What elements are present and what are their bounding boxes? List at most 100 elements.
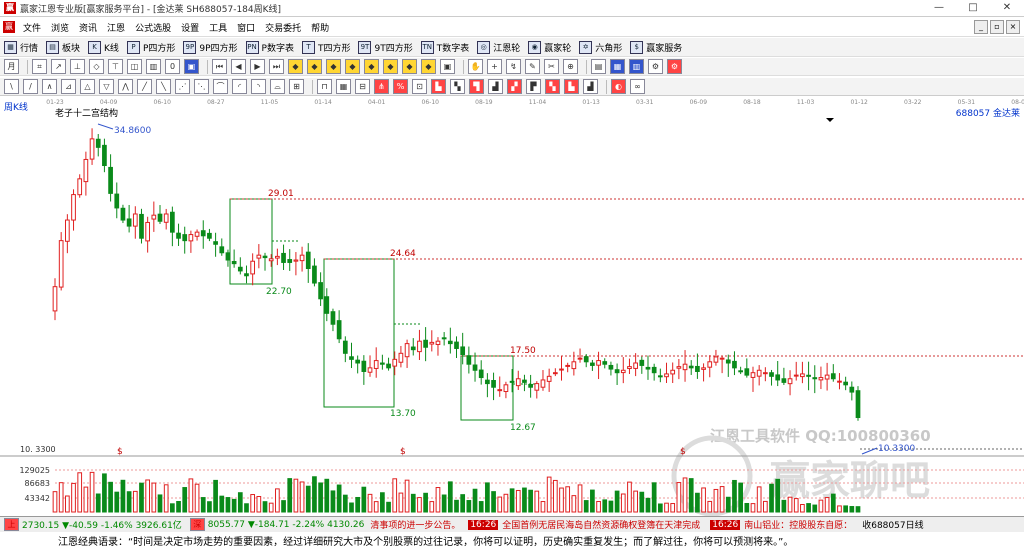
tool-icon[interactable]: ▣ (184, 59, 199, 74)
tool-icon[interactable]: ▦ (336, 79, 351, 94)
tool-icon[interactable]: ▽ (99, 79, 114, 94)
crosshair-icon[interactable]: + (487, 59, 502, 74)
toolbar-gann-wheel[interactable]: ◎ 江恩轮 (473, 40, 524, 54)
menu-file[interactable]: 文件 (18, 21, 46, 34)
mdi-minimize-button[interactable]: _ (974, 20, 988, 34)
tool-icon[interactable]: ⚙ (667, 59, 682, 74)
tool-icon[interactable]: ⊥ (70, 59, 85, 74)
tool-icon[interactable]: ◜ (232, 79, 247, 94)
news-ticker-3[interactable]: 南山铝业：控股股东自愿： (744, 518, 852, 531)
tool-icon[interactable]: ◆ (421, 59, 436, 74)
tool-icon[interactable]: ◫ (127, 59, 142, 74)
tool-icon[interactable]: ◆ (383, 59, 398, 74)
tool-icon[interactable]: ◆ (288, 59, 303, 74)
tool-icon[interactable]: ✂ (544, 59, 559, 74)
tool-icon[interactable]: ⊤ (108, 59, 123, 74)
mdi-restore-button[interactable]: ▫ (990, 20, 1004, 34)
menu-tools[interactable]: 工具 (204, 21, 232, 34)
tool-icon[interactable]: ◆ (345, 59, 360, 74)
news-ticker-1[interactable]: 清事项的进一步公告。 (370, 518, 460, 531)
tool-icon[interactable]: ╱ (137, 79, 152, 94)
tool-icon[interactable]: ✎ (525, 59, 540, 74)
news-ticker-2[interactable]: 全国首例无居民海岛自然资源确权登簿在天津完成 (502, 518, 700, 531)
toolbar-sectors[interactable]: ▤ 板块 (42, 40, 84, 54)
tool-icon[interactable]: ◐ (611, 79, 626, 94)
tool-icon[interactable]: ◆ (307, 59, 322, 74)
tool-icon[interactable]: ▦ (610, 59, 625, 74)
menu-formula[interactable]: 公式选股 (130, 21, 176, 34)
tool-icon[interactable]: △ (80, 79, 95, 94)
tool-icon[interactable]: ⌓ (270, 79, 285, 94)
tool-icon[interactable]: \ (4, 79, 19, 94)
tool-icon[interactable]: ▣ (440, 59, 455, 74)
tool-icon[interactable]: ▟ (583, 79, 598, 94)
menu-help[interactable]: 帮助 (306, 21, 334, 34)
shanghai-index[interactable]: 2730.15 ▼-40.59 -1.46% 3926.61亿 (22, 518, 182, 531)
tool-icon[interactable]: ▞ (507, 79, 522, 94)
toolbar-kline[interactable]: K K线 (84, 40, 123, 54)
menu-news[interactable]: 资讯 (74, 21, 102, 34)
toolbar-t-square[interactable]: T T四方形 (298, 40, 355, 54)
menu-settings[interactable]: 设置 (176, 21, 204, 34)
tool-icon[interactable]: ▥ (146, 59, 161, 74)
tool-icon[interactable]: ↯ (506, 59, 521, 74)
infinity-icon[interactable]: ∞ (630, 79, 645, 94)
menu-trade[interactable]: 交易委托 (260, 21, 306, 34)
tool-icon[interactable]: ⚙ (648, 59, 663, 74)
toolbar-winner-service[interactable]: $ 赢家服务 (626, 40, 686, 54)
tool-icon[interactable]: ◇ (89, 59, 104, 74)
mdi-close-button[interactable]: × (1006, 20, 1020, 34)
last-icon[interactable]: ⏭ (269, 59, 284, 74)
tool-icon[interactable]: ◆ (364, 59, 379, 74)
menu-gann[interactable]: 江恩 (102, 21, 130, 34)
tool-icon[interactable]: ▙ (564, 79, 579, 94)
dropdown-arrow-icon[interactable] (826, 118, 834, 122)
tool-icon[interactable]: ▥ (629, 59, 644, 74)
tool-icon[interactable]: ⊿ (61, 79, 76, 94)
tool-icon[interactable]: ▚ (545, 79, 560, 94)
tool-icon[interactable]: ∧ (42, 79, 57, 94)
next-icon[interactable]: ▶ (250, 59, 265, 74)
tool-icon[interactable]: ▙ (431, 79, 446, 94)
tool-icon[interactable]: ◆ (326, 59, 341, 74)
tool-icon[interactable]: ╲ (156, 79, 171, 94)
tool-icon[interactable]: ⋀ (118, 79, 133, 94)
chart-area[interactable]: 01-23 04-09 06-10 08-27 11-05 01-14 04-01 06-10… (0, 96, 1024, 517)
tool-icon[interactable]: ⊓ (317, 79, 332, 94)
toolbar-p-square[interactable]: P P四方形 (123, 40, 179, 54)
menu-browse[interactable]: 浏览 (46, 21, 74, 34)
tool-icon[interactable]: ◆ (402, 59, 417, 74)
tool-icon[interactable]: % (393, 79, 408, 94)
tool-icon[interactable]: ▤ (591, 59, 606, 74)
tool-icon[interactable]: ⌒ (213, 79, 228, 94)
tool-icon[interactable]: 0 (165, 59, 180, 74)
tool-icon[interactable]: ▛ (526, 79, 541, 94)
menu-window[interactable]: 窗口 (232, 21, 260, 34)
kline-chart[interactable]: 01-23 04-09 06-10 08-27 11-05 01-14 04-01 06-10… (0, 96, 1024, 517)
tool-icon[interactable]: ⋔ (374, 79, 389, 94)
toolbar-winner-wheel[interactable]: ◉ 赢家轮 (524, 40, 575, 54)
tool-icon[interactable]: ◝ (251, 79, 266, 94)
tool-icon[interactable]: ▚ (450, 79, 465, 94)
toolbar-hexagon[interactable]: ✡ 六角形 (575, 40, 626, 54)
toolbar-9t-square[interactable]: 9T 9T四方形 (354, 40, 416, 54)
tool-icon[interactable]: / (23, 79, 38, 94)
tool-icon[interactable]: ▟ (488, 79, 503, 94)
minimize-button[interactable]: — (922, 0, 956, 16)
toolbar-t-number-table[interactable]: TN T数字表 (417, 40, 474, 54)
tool-icon[interactable]: ⋰ (175, 79, 190, 94)
close-button[interactable]: ✕ (990, 0, 1024, 16)
tool-icon[interactable]: ⌗ (32, 59, 47, 74)
toolbar-p-number-table[interactable]: PN P数字表 (242, 40, 298, 54)
hand-icon[interactable]: ✋ (468, 59, 483, 74)
tool-icon[interactable]: ⊡ (412, 79, 427, 94)
maximize-button[interactable]: □ (956, 0, 990, 16)
tool-icon[interactable]: ⋱ (194, 79, 209, 94)
prev-icon[interactable]: ◀ (231, 59, 246, 74)
first-icon[interactable]: ⏮ (212, 59, 227, 74)
shenzhen-index[interactable]: 8055.77 ▼-184.71 -2.24% 4130.26 (208, 520, 365, 530)
tool-icon[interactable]: ▜ (469, 79, 484, 94)
tool-icon[interactable]: ↗ (51, 59, 66, 74)
tool-icon[interactable]: ⊞ (289, 79, 304, 94)
tool-icon[interactable]: ⊕ (563, 59, 578, 74)
